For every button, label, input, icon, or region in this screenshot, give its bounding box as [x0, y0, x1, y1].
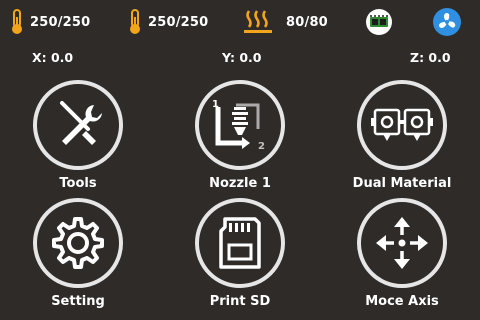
status-bar: 250/250 250/250 80/80: [0, 0, 480, 44]
move-axis-icon: [376, 217, 428, 269]
extruder2-temp-value: 250/250: [148, 14, 209, 30]
gear-icon: [52, 217, 104, 269]
thermometer-icon: [12, 9, 22, 34]
bed-temp-value: 80/80: [286, 14, 328, 30]
dual-material-button[interactable]: Dual Material: [332, 80, 472, 200]
x-position: X: 0.0: [32, 50, 74, 65]
axis-readout: X: 0.0 Y: 0.0 Z: 0.0: [0, 50, 480, 68]
sd-card-icon: [219, 217, 261, 269]
move-axis-label: Moce Axis: [365, 294, 439, 309]
extruder1-temp-value: 250/250: [30, 14, 91, 30]
svg-text:1: 1: [212, 99, 219, 110]
board-icon[interactable]: [364, 7, 394, 37]
tools-button[interactable]: Tools: [8, 80, 148, 200]
heated-bed-icon: [244, 10, 272, 33]
tools-icon: [60, 101, 102, 145]
nozzle-1-button[interactable]: 1 2 Nozzle 1: [170, 80, 310, 200]
dual-material-label: Dual Material: [352, 176, 452, 191]
extruder1-temp[interactable]: 250/250: [8, 8, 90, 36]
svg-text:2: 2: [258, 141, 265, 152]
fan-icon[interactable]: [432, 7, 462, 37]
tools-label: Tools: [59, 176, 97, 191]
z-position: Z: 0.0: [410, 50, 451, 65]
extruder2-temp[interactable]: 250/250: [126, 8, 208, 36]
setting-label: Setting: [51, 294, 105, 309]
y-position: Y: 0.0: [222, 50, 262, 65]
bed-temp[interactable]: 80/80: [242, 8, 328, 36]
nozzle-1-label: Nozzle 1: [209, 176, 271, 191]
setting-button[interactable]: Setting: [8, 198, 148, 318]
move-axis-button[interactable]: Moce Axis: [332, 198, 472, 318]
print-sd-button[interactable]: Print SD: [170, 198, 310, 318]
nozzle-icon: 1 2: [212, 99, 265, 152]
print-sd-label: Print SD: [209, 294, 271, 309]
thermometer-icon: [130, 9, 140, 34]
dual-extruder-icon: [371, 108, 433, 141]
